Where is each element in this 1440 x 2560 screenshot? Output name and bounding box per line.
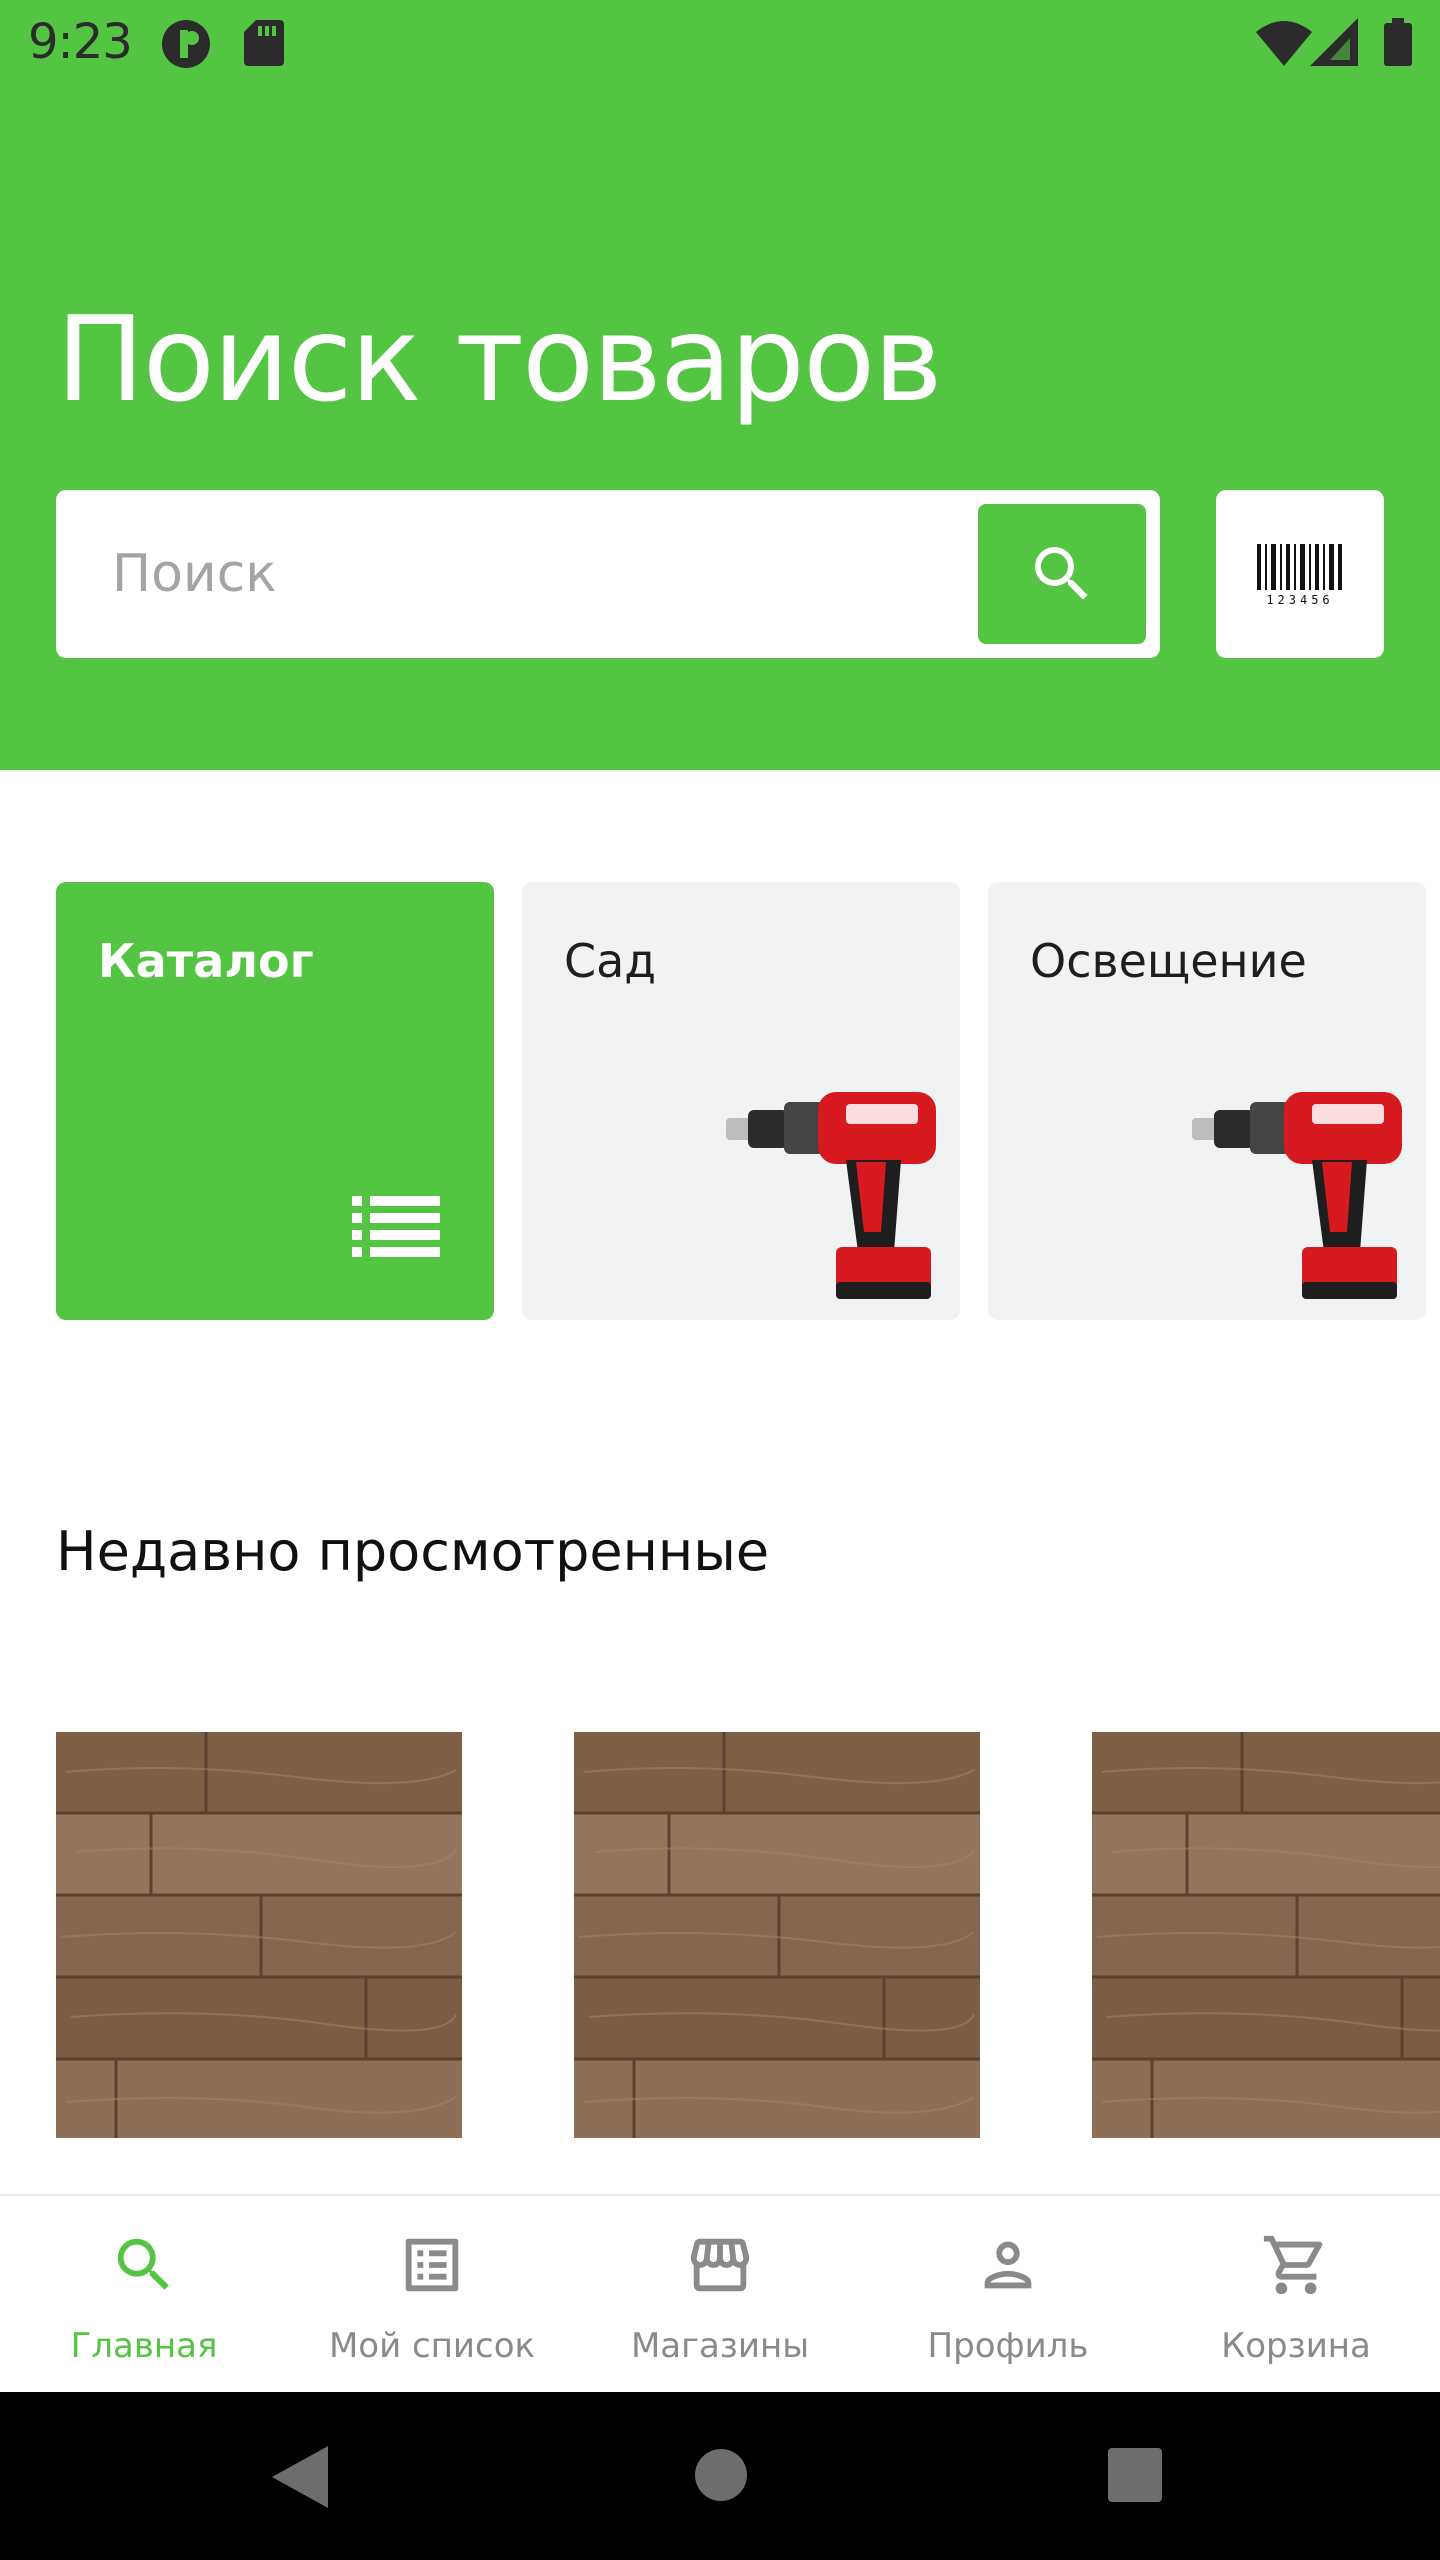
recents-icon[interactable] xyxy=(1108,2448,1162,2507)
page-title: Поиск товаров xyxy=(56,290,943,428)
nav-label: Главная xyxy=(70,2326,218,2366)
category-tile-catalog[interactable]: Каталог xyxy=(56,882,494,1320)
nav-label: Мой список xyxy=(328,2326,536,2366)
barcode-digits: 123456 xyxy=(1266,593,1333,606)
person-icon xyxy=(984,2241,1032,2289)
barcode-button[interactable]: 123456 xyxy=(1216,490,1384,658)
recent-product[interactable] xyxy=(1092,1732,1440,2138)
wood-floor-image xyxy=(1092,1732,1440,2138)
search-box xyxy=(56,490,1160,658)
signal-icon xyxy=(1310,18,1358,71)
back-icon[interactable] xyxy=(272,2446,328,2513)
recent-product[interactable] xyxy=(574,1732,980,2138)
nav-label: Магазины xyxy=(630,2326,810,2366)
search-button[interactable] xyxy=(978,504,1146,644)
category-label: Сад xyxy=(564,934,657,988)
barcode-icon: 123456 xyxy=(1257,544,1342,606)
nav-item-cart[interactable]: Корзина xyxy=(1152,2196,1440,2394)
bottom-nav: Главная Мой список Магазины Профиль Корз… xyxy=(0,2194,1440,2392)
cart-icon xyxy=(1263,2235,1323,2295)
recently-viewed-title: Недавно просмотренные xyxy=(56,1520,770,1583)
sd-card-icon xyxy=(244,18,284,71)
drill-image xyxy=(726,1082,946,1317)
wifi-icon xyxy=(1256,18,1312,71)
search-input[interactable] xyxy=(112,490,972,658)
status-bar: 9:23 xyxy=(0,0,1440,84)
category-tile-garden[interactable]: Сад xyxy=(522,882,960,1320)
app-notification-icon xyxy=(160,18,212,75)
header: 9:23 Поиск товаров Поиск 123456 xyxy=(0,0,1440,770)
store-icon xyxy=(690,2238,750,2292)
search-icon xyxy=(117,2238,169,2290)
battery-icon xyxy=(1384,18,1412,71)
wood-floor-image xyxy=(56,1732,462,2138)
search-icon xyxy=(1035,547,1088,600)
category-label: Освещение xyxy=(1030,934,1307,988)
nav-item-stores[interactable]: Магазины xyxy=(576,2196,864,2394)
nav-label: Корзина xyxy=(1221,2326,1371,2366)
recent-product[interactable] xyxy=(56,1732,462,2138)
system-nav-bar xyxy=(0,2392,1440,2560)
list-icon xyxy=(352,1196,440,1263)
list-icon xyxy=(405,2238,459,2292)
nav-item-home[interactable]: Главная xyxy=(0,2196,288,2394)
wood-floor-image xyxy=(574,1732,980,2138)
home-icon[interactable] xyxy=(694,2448,748,2507)
nav-item-profile[interactable]: Профиль xyxy=(864,2196,1152,2394)
category-label: Каталог xyxy=(98,934,314,988)
category-tile-lighting[interactable]: Освещение xyxy=(988,882,1426,1320)
status-time: 9:23 xyxy=(28,14,133,70)
drill-image xyxy=(1192,1082,1412,1317)
nav-label: Профиль xyxy=(927,2326,1089,2366)
nav-item-my-list[interactable]: Мой список xyxy=(288,2196,576,2394)
